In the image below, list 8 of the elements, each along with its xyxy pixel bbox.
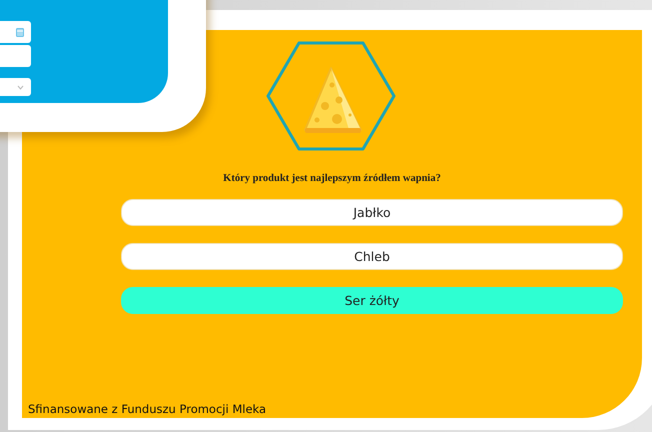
answer-button[interactable]: Jabłko [121,199,623,226]
footer-text: Sfinansowane z Funduszu Promocji Mleka [28,402,266,416]
question-text: Który produkt jest najlepszym źródłem wapnia? [223,173,441,184]
answer-button[interactable]: Chleb [121,243,623,270]
answer-button[interactable]: Ser żółty [121,287,623,314]
chevron-down-icon [17,84,24,90]
calendar-icon [16,28,24,36]
cheese-icon [265,40,397,152]
